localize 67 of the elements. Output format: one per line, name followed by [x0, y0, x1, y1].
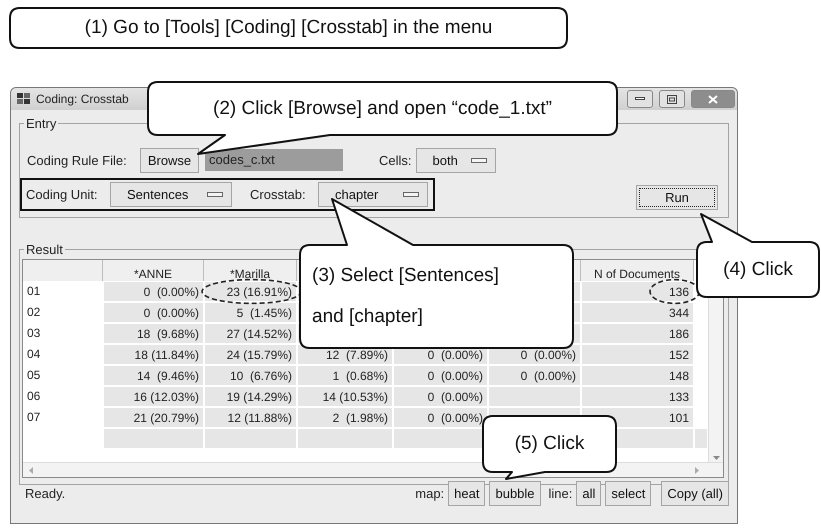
field-label: line: — [548, 486, 572, 500]
line-button[interactable]: all — [576, 480, 602, 506]
minimize-icon — [635, 97, 645, 101]
group-label: Entry — [25, 116, 58, 131]
table-cell: 19 (14.29%) — [204, 386, 297, 407]
callout-text: (4) Click — [723, 258, 793, 280]
status-text: Ready. — [25, 486, 66, 500]
line-button[interactable]: select — [605, 480, 652, 506]
close-icon — [708, 94, 718, 104]
run-button[interactable]: Run — [636, 184, 718, 210]
table-cell: 14 (10.53%) — [297, 386, 393, 407]
window-title: Coding: Crosstab — [36, 92, 129, 106]
callout-text: (5) Click — [514, 433, 584, 455]
table-cell: 133 — [581, 386, 694, 407]
scroll-right-icon[interactable] — [695, 466, 699, 474]
table-cell: 0 (0.00%) — [393, 407, 488, 428]
table-cell: 16 (12.03%) — [103, 386, 204, 407]
maximize-icon — [667, 94, 677, 104]
dropdown-indicator-icon — [470, 158, 487, 162]
table-cell: 1 (0.68%) — [297, 365, 393, 386]
table-cell: 0 (0.00%) — [393, 365, 488, 386]
table-cell: 0 (0.00%) — [488, 365, 581, 386]
table-cell: 2 (1.98%) — [297, 407, 393, 428]
callout-text: (3) Select [Sentences] — [312, 264, 499, 287]
minimize-button[interactable] — [627, 90, 653, 108]
table-cell: 148 — [581, 365, 694, 386]
browse-button[interactable]: Browse — [140, 148, 199, 172]
crosstab-dropdown[interactable]: chapter — [318, 182, 428, 206]
table-cell: 0 (0.00%) — [393, 386, 488, 407]
table-cell: 344 — [581, 302, 694, 323]
table-cell: 27 (14.52%) — [204, 323, 297, 344]
table-cell: 5 (1.45%) — [204, 302, 297, 323]
table-cell: 23 (16.91%) — [204, 281, 297, 302]
field-label: map: — [415, 486, 444, 500]
field-label: Cells: — [379, 152, 412, 168]
table-cell: 24 (15.79%) — [204, 344, 297, 365]
table-cell: 0 (0.00%) — [103, 302, 204, 323]
table-cell: 136 — [581, 281, 694, 302]
callout-text: (1) Go to [Tools] [Coding] [Crosstab] in the menu — [84, 17, 492, 39]
dropdown-indicator-icon — [403, 192, 419, 196]
table-cell: 18 (9.68%) — [103, 323, 204, 344]
dropdown-indicator-icon — [207, 192, 223, 196]
table-cell: 152 — [581, 344, 694, 365]
table-cell: 18 (11.84%) — [103, 344, 204, 365]
map-button[interactable]: bubble — [489, 480, 541, 506]
copy-button[interactable]: Copy (all) — [661, 480, 729, 506]
callout-text: (2) Click [Browse] and open “code_1.txt” — [213, 98, 552, 120]
table-cell: 0 (0.00%) — [103, 281, 204, 302]
field-label: Crosstab: — [250, 186, 307, 202]
field-label: Coding Unit: — [26, 186, 99, 202]
scroll-down-icon[interactable] — [712, 456, 720, 460]
map-button[interactable]: heat — [448, 480, 486, 506]
table-cell: 21 (20.79%) — [103, 407, 204, 428]
cells-dropdown[interactable]: both — [416, 148, 496, 172]
file-name-field[interactable]: codes_c.txt — [205, 149, 343, 171]
group-label: Result — [25, 242, 64, 257]
maximize-button[interactable] — [659, 90, 685, 108]
table-cell: 10 (6.76%) — [204, 365, 297, 386]
scroll-left-icon[interactable] — [29, 466, 33, 474]
unit-dropdown[interactable]: Sentences — [110, 182, 232, 206]
table-cell: 186 — [581, 323, 694, 344]
close-button[interactable] — [691, 90, 735, 108]
callout-text: and [chapter] — [312, 306, 423, 328]
field-label: Coding Rule File: — [27, 152, 128, 168]
app-icon — [17, 93, 30, 105]
table-cell: 12 (11.88%) — [204, 407, 297, 428]
table-cell: 14 (9.46%) — [103, 365, 204, 386]
